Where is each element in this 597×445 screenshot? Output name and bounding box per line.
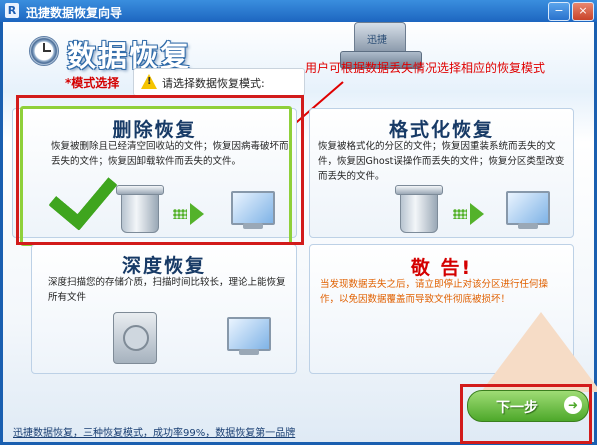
drive-label: 迅捷 (367, 35, 387, 46)
highlight-box-delete (16, 95, 304, 245)
warning-desc: 当发现数据丢失之后，请立即停止对该分区进行任何操作，以免因数据覆盖而导致文件彻底… (320, 279, 549, 305)
close-button[interactable]: × (572, 2, 594, 21)
annotation-text: 用户可根据数据丢失情况选择相应的恢复模式 (305, 61, 546, 75)
arrow-right-icon: ➜ (564, 396, 582, 414)
trash-icon (395, 185, 443, 233)
warning-icon (141, 74, 157, 89)
next-button[interactable]: 下一步 ➜ (467, 390, 589, 422)
minimize-button[interactable]: − (548, 2, 570, 21)
format-recovery-card[interactable]: 格式化恢复 恢复被格式化的分区的文件；恢复因重装系统而丢失的文件，恢复因Ghos… (309, 108, 574, 238)
deep-recovery-desc: 深度扫描您的存储介质，扫描时间比较长，理论上能恢复所有文件 (48, 277, 286, 303)
arrow-right-icon (470, 203, 484, 225)
monitor-icon (506, 191, 550, 231)
next-label: 下一步 (496, 400, 538, 416)
window-title: 迅捷数据恢复向导 (26, 6, 123, 20)
title-bar: R 迅捷数据恢复向导 − × (0, 0, 597, 22)
notice-text: 请选择数据恢复模式: (162, 77, 265, 90)
format-recovery-title: 格式化恢复 (388, 119, 494, 141)
arrow-dots-icon (453, 209, 467, 219)
clock-icon (29, 36, 59, 66)
deep-recovery-card[interactable]: 深度恢复 深度扫描您的存储介质，扫描时间比较长，理论上能恢复所有文件 (31, 244, 297, 374)
deep-recovery-title: 深度恢复 (121, 255, 206, 277)
mode-select-label: *模式选择 (65, 76, 120, 90)
format-recovery-desc: 恢复被格式化的分区的文件；恢复因重装系统而丢失的文件，恢复因Ghost误操作而丢… (318, 141, 565, 182)
hard-disk-icon (113, 312, 157, 364)
warning-title: 敬 告! (410, 257, 473, 279)
wizard-body: 数据恢复 *模式选择 请选择数据恢复模式: 迅捷 用户可根据数据丢失情况选择相应… (3, 22, 597, 444)
monitor-icon (227, 317, 271, 357)
footer-link[interactable]: 迅捷数据恢复，三种恢复模式，成功率99%，数据恢复第一品牌 (13, 424, 295, 439)
app-icon: R (5, 3, 19, 18)
warning-triangle-icon (481, 312, 597, 392)
